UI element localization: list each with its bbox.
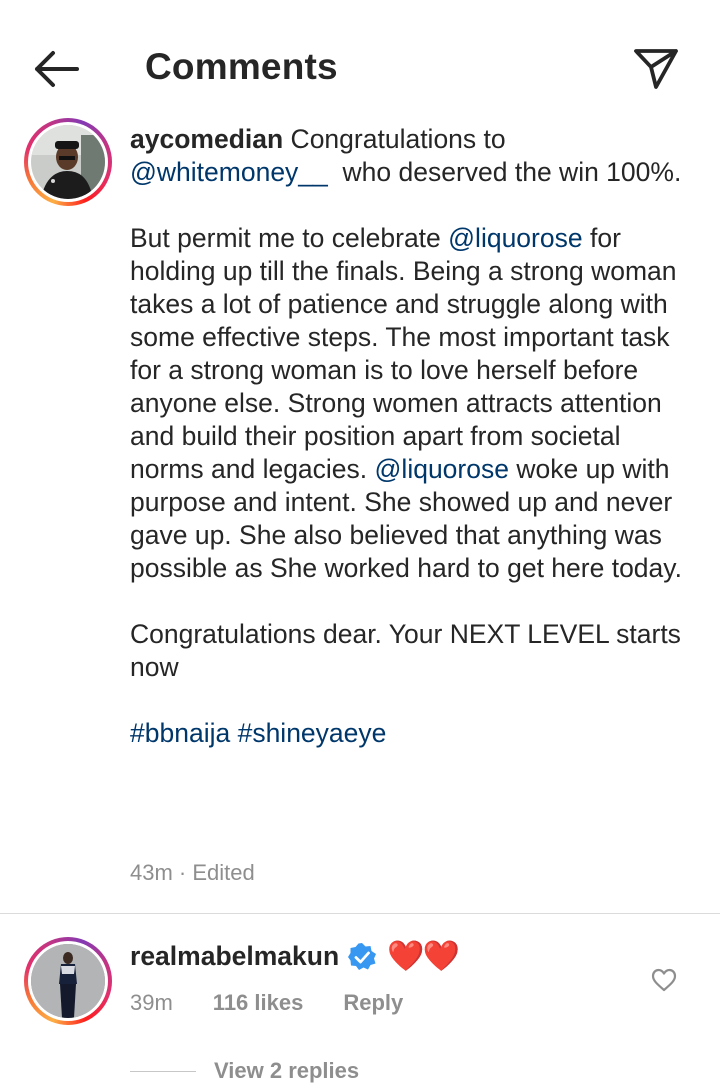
page-title: Comments [145,46,338,87]
back-button[interactable] [28,44,84,94]
reply-username[interactable]: realmabelmakun [130,940,339,973]
post-username[interactable]: aycomedian [130,124,283,154]
caption-hashtags: #bbnaija #shineyaeye [130,717,690,750]
reply-button[interactable]: Reply [343,990,403,1016]
post-caption: aycomedian Congratulations to @whitemoney… [130,123,690,750]
reply-text: ❤️❤️ [387,940,460,973]
avatar-photo-realmabelmakun [31,944,105,1018]
share-button[interactable] [630,44,682,94]
caption-text: Congratulations to [283,124,506,154]
replies-line [130,1070,196,1072]
post-author-avatar[interactable] [24,118,112,206]
reply-meta: 39m 116 likes Reply [130,990,403,1016]
arrow-left-icon [35,51,79,87]
reply-author-avatar[interactable] [24,937,112,1025]
mention-liquorose[interactable]: @liquorose [375,454,509,484]
avatar [31,944,105,1018]
caption-paragraph-2: But permit me to celebrate @liquorose fo… [130,222,690,585]
verified-badge-icon [348,942,377,970]
divider [0,913,720,914]
post-meta: 43m · Edited [130,860,255,886]
caption-text: Congratulations dear. Your NEXT LEVEL st… [130,619,681,682]
caption-text: But permit me to celebrate [130,223,449,253]
hashtag-shineyaeye[interactable]: #shineyaeye [238,718,387,748]
reply-time: 39m [130,990,173,1015]
meta-separator: · [172,860,193,885]
post-time: 43m [130,860,173,885]
mention-liquorose[interactable]: @liquorose [448,223,582,253]
view-replies-label: View 2 replies [214,1058,360,1083]
heart-outline-icon [651,968,677,992]
mention-whitemoney[interactable]: @whitemoney__ [130,157,328,187]
caption-text: for holding up till the finals. Being a … [130,223,677,484]
hashtag-bbnaija[interactable]: #bbnaija [130,718,230,748]
caption-paragraph-3: Congratulations dear. Your NEXT LEVEL st… [130,618,690,684]
like-comment-button[interactable] [648,964,680,996]
reply-header: realmabelmakun ❤️❤️ [130,940,460,973]
avatar-photo-aycomedian [31,125,105,199]
header-bar: Comments [0,0,720,130]
reply-likes-count[interactable]: 116 likes [213,990,304,1016]
caption-text: who deserved the win 100%. [327,157,682,187]
paper-plane-icon [634,49,678,89]
edited-label: Edited [192,860,255,885]
caption-paragraph-1: aycomedian Congratulations to @whitemoney… [130,123,690,189]
avatar [31,125,105,199]
view-replies-button[interactable]: View 2 replies [130,1058,359,1084]
